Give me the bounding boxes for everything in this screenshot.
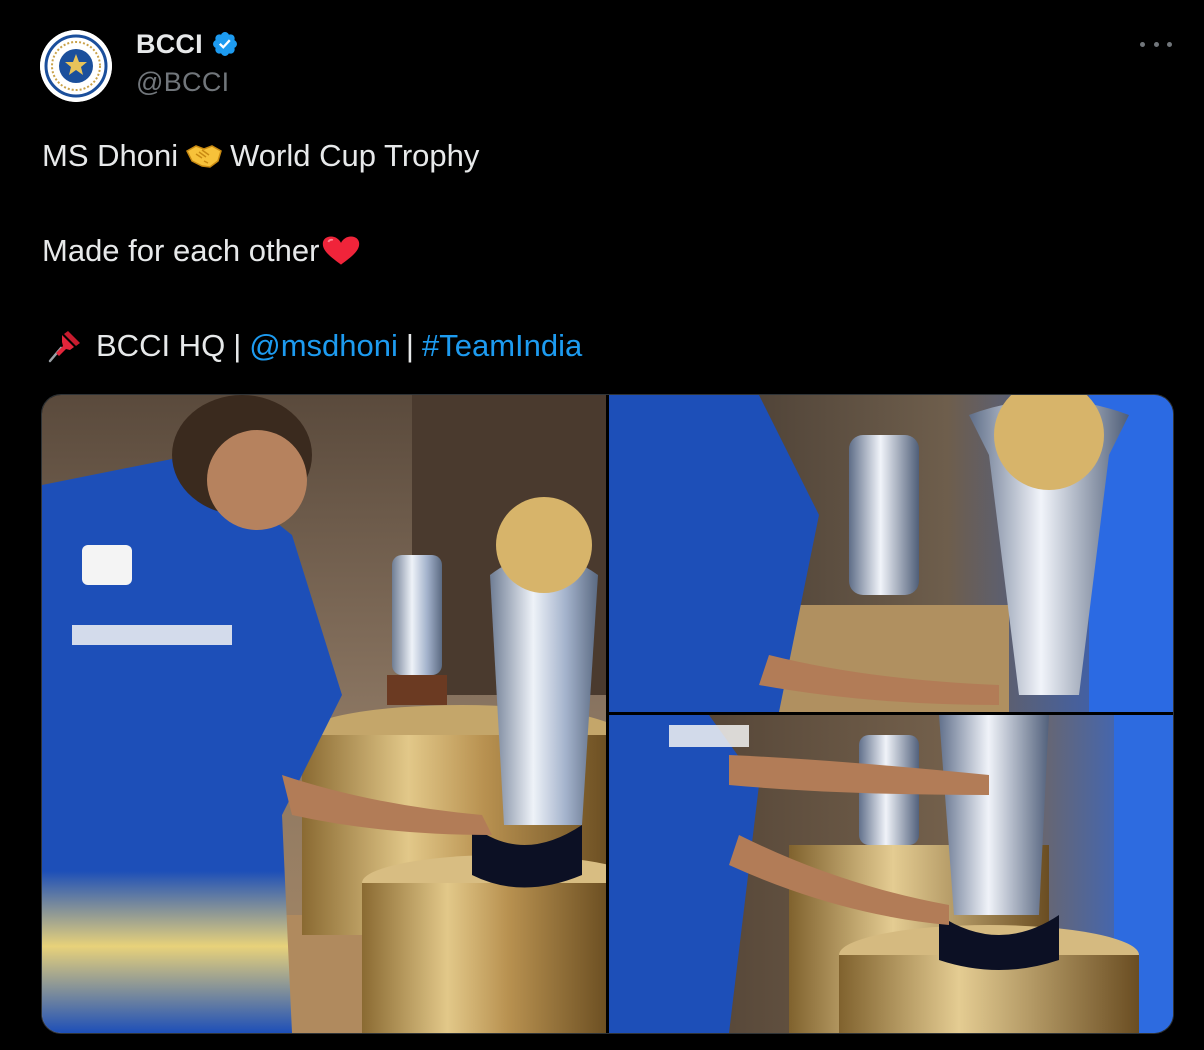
text-world-cup-trophy: World Cup Trophy [230, 138, 480, 173]
bcci-crest-icon [40, 30, 112, 102]
hashtag-link[interactable]: #TeamIndia [422, 322, 582, 370]
tweet-photo-2[interactable] [609, 395, 1173, 712]
tweet-line-2: Made for each other [42, 227, 582, 275]
tweet-photo-3[interactable] [609, 715, 1173, 1033]
separator: | [233, 328, 242, 363]
handshake-emoji-icon [184, 139, 224, 173]
text-made-for-each-other: Made for each other [42, 233, 320, 268]
separator: | [405, 328, 414, 363]
tweet-line-1: MS Dhoni World Cup Trophy [42, 132, 582, 180]
text-ms-dhoni: MS Dhoni [42, 138, 179, 173]
media-grid [41, 394, 1174, 1034]
display-name[interactable]: BCCI [136, 29, 203, 60]
verified-badge-icon[interactable] [211, 30, 239, 58]
tweet-photo-1[interactable] [42, 395, 606, 1033]
mention-link[interactable]: @msdhoni [249, 322, 398, 370]
red-heart-emoji-icon [321, 234, 365, 268]
avatar[interactable] [40, 30, 112, 102]
tweet-text: MS Dhoni World Cup Trophy Made for each … [42, 132, 582, 370]
tweet[interactable]: BCCI @BCCI MS Dhoni World Cup Trophy Mad… [0, 0, 1204, 1050]
handle[interactable]: @BCCI [136, 67, 239, 98]
pushpin-emoji-icon [44, 329, 84, 363]
text-bcci-hq: BCCI HQ [96, 328, 226, 363]
more-options-icon[interactable] [1140, 34, 1172, 54]
tweet-line-3: BCCI HQ | @msdhoni | #TeamIndia [42, 322, 582, 370]
